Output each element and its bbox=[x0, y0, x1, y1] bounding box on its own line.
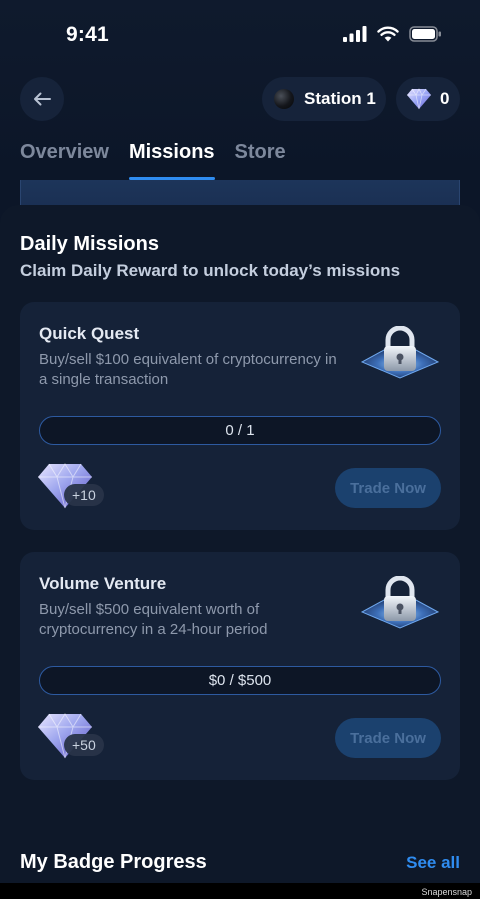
back-button[interactable] bbox=[20, 77, 64, 121]
mission-description: Buy/sell $100 equivalent of cryptocurren… bbox=[39, 351, 337, 388]
daily-missions-title: Daily Missions bbox=[20, 233, 159, 255]
lock-icon bbox=[360, 575, 440, 632]
lock-icon bbox=[360, 325, 440, 382]
badge-progress-title: My Badge Progress bbox=[20, 851, 207, 873]
bottom-bar: Snapensnap bbox=[0, 883, 480, 899]
reward-amount: +10 bbox=[64, 484, 104, 506]
trade-now-button[interactable]: Trade Now bbox=[335, 718, 441, 758]
see-all-link[interactable]: See all bbox=[406, 853, 460, 873]
tab-bar: Overview Missions Store bbox=[20, 141, 286, 180]
status-bar: 9:41 bbox=[0, 0, 480, 70]
mission-progress-bar: $0 / $500 bbox=[39, 666, 441, 695]
tab-overview[interactable]: Overview bbox=[20, 141, 109, 178]
diamond-icon bbox=[407, 88, 431, 110]
station-label: Station 1 bbox=[304, 89, 376, 108]
status-icons bbox=[343, 26, 442, 42]
watermark: Snapensnap bbox=[421, 887, 472, 897]
progress-text: 0 / 1 bbox=[225, 422, 255, 439]
battery-icon bbox=[409, 26, 441, 42]
mission-reward: +50 bbox=[36, 712, 126, 762]
signal-icon bbox=[343, 26, 367, 42]
gem-count: 0 bbox=[440, 89, 450, 108]
planet-icon bbox=[274, 89, 294, 109]
wifi-icon bbox=[377, 26, 399, 42]
status-time: 9:41 bbox=[66, 23, 109, 46]
mission-card-quick-quest: Quick Quest Buy/sell $100 equivalent of … bbox=[20, 302, 460, 530]
reward-amount: +50 bbox=[64, 734, 104, 756]
mission-title: Volume Venture bbox=[39, 574, 167, 593]
daily-missions-subtitle: Claim Daily Reward to unlock today’s mis… bbox=[20, 261, 401, 280]
trade-now-button[interactable]: Trade Now bbox=[335, 468, 441, 508]
gem-balance[interactable]: 0 bbox=[396, 77, 460, 121]
station-selector[interactable]: Station 1 bbox=[262, 77, 386, 121]
mission-card-volume-venture: Volume Venture Buy/sell $500 equivalent … bbox=[20, 552, 460, 780]
mission-progress-bar: 0 / 1 bbox=[39, 416, 441, 445]
app-screen: 9:41 Station 1 0 Overview Missions Store… bbox=[0, 0, 480, 899]
mission-reward: +10 bbox=[36, 462, 126, 512]
mission-title: Quick Quest bbox=[39, 324, 140, 343]
arrow-left-icon bbox=[34, 92, 51, 106]
tab-store[interactable]: Store bbox=[235, 141, 286, 178]
mission-description: Buy/sell $500 equivalent worth of crypto… bbox=[39, 601, 268, 638]
tab-missions[interactable]: Missions bbox=[128, 141, 215, 180]
progress-text: $0 / $500 bbox=[208, 672, 272, 689]
